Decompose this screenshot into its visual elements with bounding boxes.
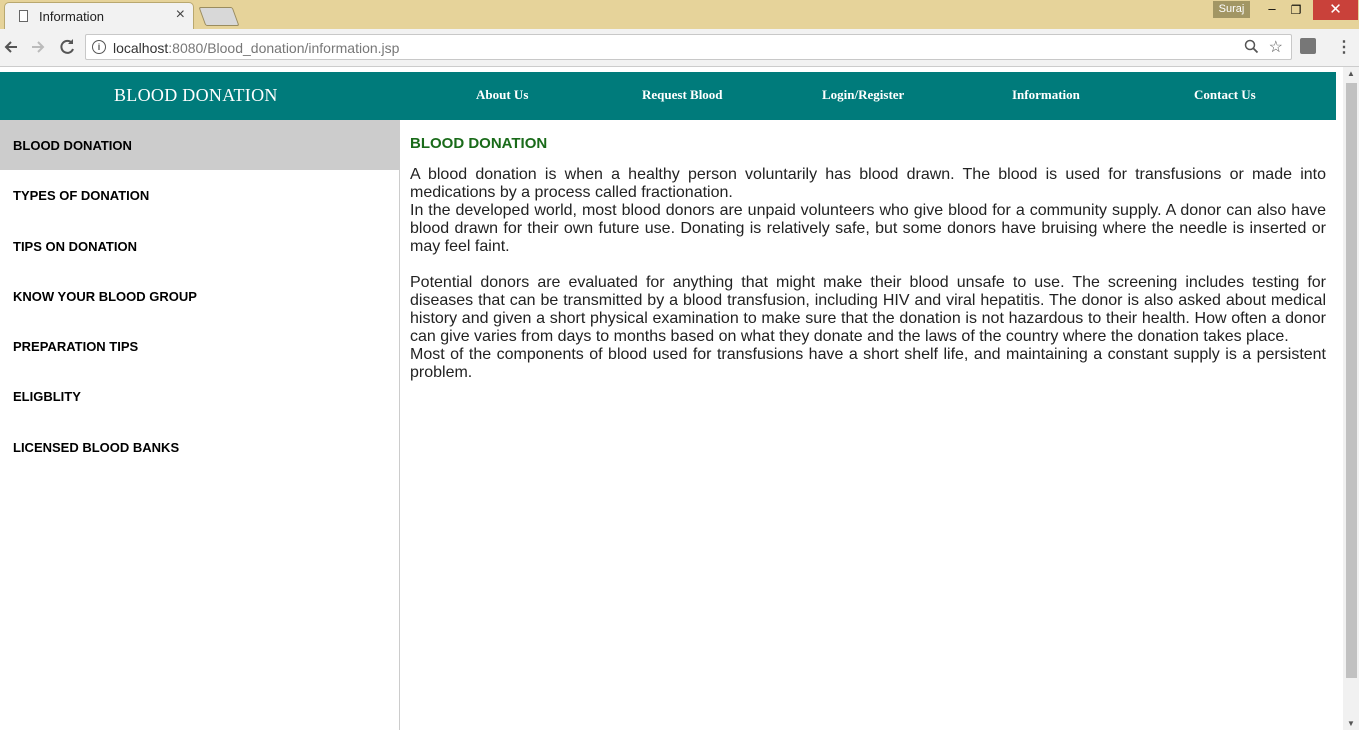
page-viewport: BLOOD DONATION About Us Request Blood Lo… bbox=[0, 67, 1359, 730]
browser-titlebar: Information × Suraj ‒ ❐ ✕ bbox=[0, 0, 1359, 29]
nav-login-register[interactable]: Login/Register bbox=[822, 87, 904, 103]
main-content: BLOOD DONATION A blood donation is when … bbox=[410, 135, 1326, 382]
forward-icon[interactable] bbox=[27, 36, 49, 58]
star-icon[interactable]: ☆ bbox=[1269, 37, 1283, 57]
document-icon bbox=[19, 10, 28, 22]
nav-information[interactable]: Information bbox=[1012, 87, 1080, 103]
url-text[interactable]: localhost:8080/Blood_donation/informatio… bbox=[113, 40, 399, 56]
browser-tab[interactable]: Information × bbox=[4, 2, 194, 29]
zoom-icon[interactable] bbox=[1244, 39, 1259, 58]
menu-icon[interactable]: ⋮ bbox=[1336, 37, 1352, 57]
vertical-scrollbar[interactable]: ▲ ▼ bbox=[1343, 67, 1359, 730]
minimize-button[interactable]: ‒ bbox=[1263, 2, 1281, 18]
scroll-thumb[interactable] bbox=[1346, 83, 1357, 678]
profile-badge[interactable]: Suraj bbox=[1213, 1, 1250, 18]
sidebar-item-eligibility[interactable]: ELIGBLITY bbox=[0, 371, 399, 421]
url-host: localhost bbox=[113, 40, 169, 56]
content-paragraph: Potential donors are evaluated for anyth… bbox=[410, 274, 1326, 345]
sidebar-item-tips-on-donation[interactable]: TIPS ON DONATION bbox=[0, 221, 399, 271]
new-tab-button[interactable] bbox=[198, 7, 240, 26]
site-header: BLOOD DONATION About Us Request Blood Lo… bbox=[0, 72, 1336, 120]
reload-icon[interactable] bbox=[56, 36, 78, 58]
browser-toolbar: i localhost:8080/Blood_donation/informat… bbox=[0, 29, 1359, 67]
scroll-down-icon[interactable]: ▼ bbox=[1347, 719, 1355, 728]
tab-title: Information bbox=[39, 9, 105, 24]
tab-close-icon[interactable]: × bbox=[176, 6, 185, 24]
content-title: BLOOD DONATION bbox=[410, 135, 548, 152]
sidebar-item-blood-donation[interactable]: BLOOD DONATION bbox=[0, 120, 399, 171]
scroll-up-icon[interactable]: ▲ bbox=[1347, 69, 1355, 78]
sidebar-item-licensed-blood-banks[interactable]: LICENSED BLOOD BANKS bbox=[0, 422, 399, 472]
sidebar-item-types-of-donation[interactable]: TYPES OF DONATION bbox=[0, 170, 399, 220]
content-paragraph: A blood donation is when a healthy perso… bbox=[410, 166, 1326, 201]
back-icon[interactable] bbox=[0, 36, 22, 58]
extension-icon[interactable] bbox=[1300, 38, 1316, 54]
info-icon[interactable]: i bbox=[92, 40, 106, 54]
sidebar: BLOOD DONATION TYPES OF DONATION TIPS ON… bbox=[0, 120, 400, 730]
maximize-button[interactable]: ❐ bbox=[1287, 2, 1305, 18]
content-paragraph: In the developed world, most blood donor… bbox=[410, 202, 1326, 255]
sidebar-item-know-your-blood-group[interactable]: KNOW YOUR BLOOD GROUP bbox=[0, 271, 399, 321]
nav-request-blood[interactable]: Request Blood bbox=[642, 87, 723, 103]
content-paragraph: Most of the components of blood used for… bbox=[410, 346, 1326, 381]
nav-contact-us[interactable]: Contact Us bbox=[1194, 87, 1256, 103]
nav-about-us[interactable]: About Us bbox=[476, 87, 528, 103]
site-title[interactable]: BLOOD DONATION bbox=[114, 85, 278, 106]
close-window-button[interactable]: ✕ bbox=[1313, 0, 1358, 20]
url-path: :8080/Blood_donation/information.jsp bbox=[168, 40, 400, 56]
address-bar[interactable]: i localhost:8080/Blood_donation/informat… bbox=[85, 34, 1292, 60]
sidebar-item-preparation-tips[interactable]: PREPARATION TIPS bbox=[0, 321, 399, 371]
